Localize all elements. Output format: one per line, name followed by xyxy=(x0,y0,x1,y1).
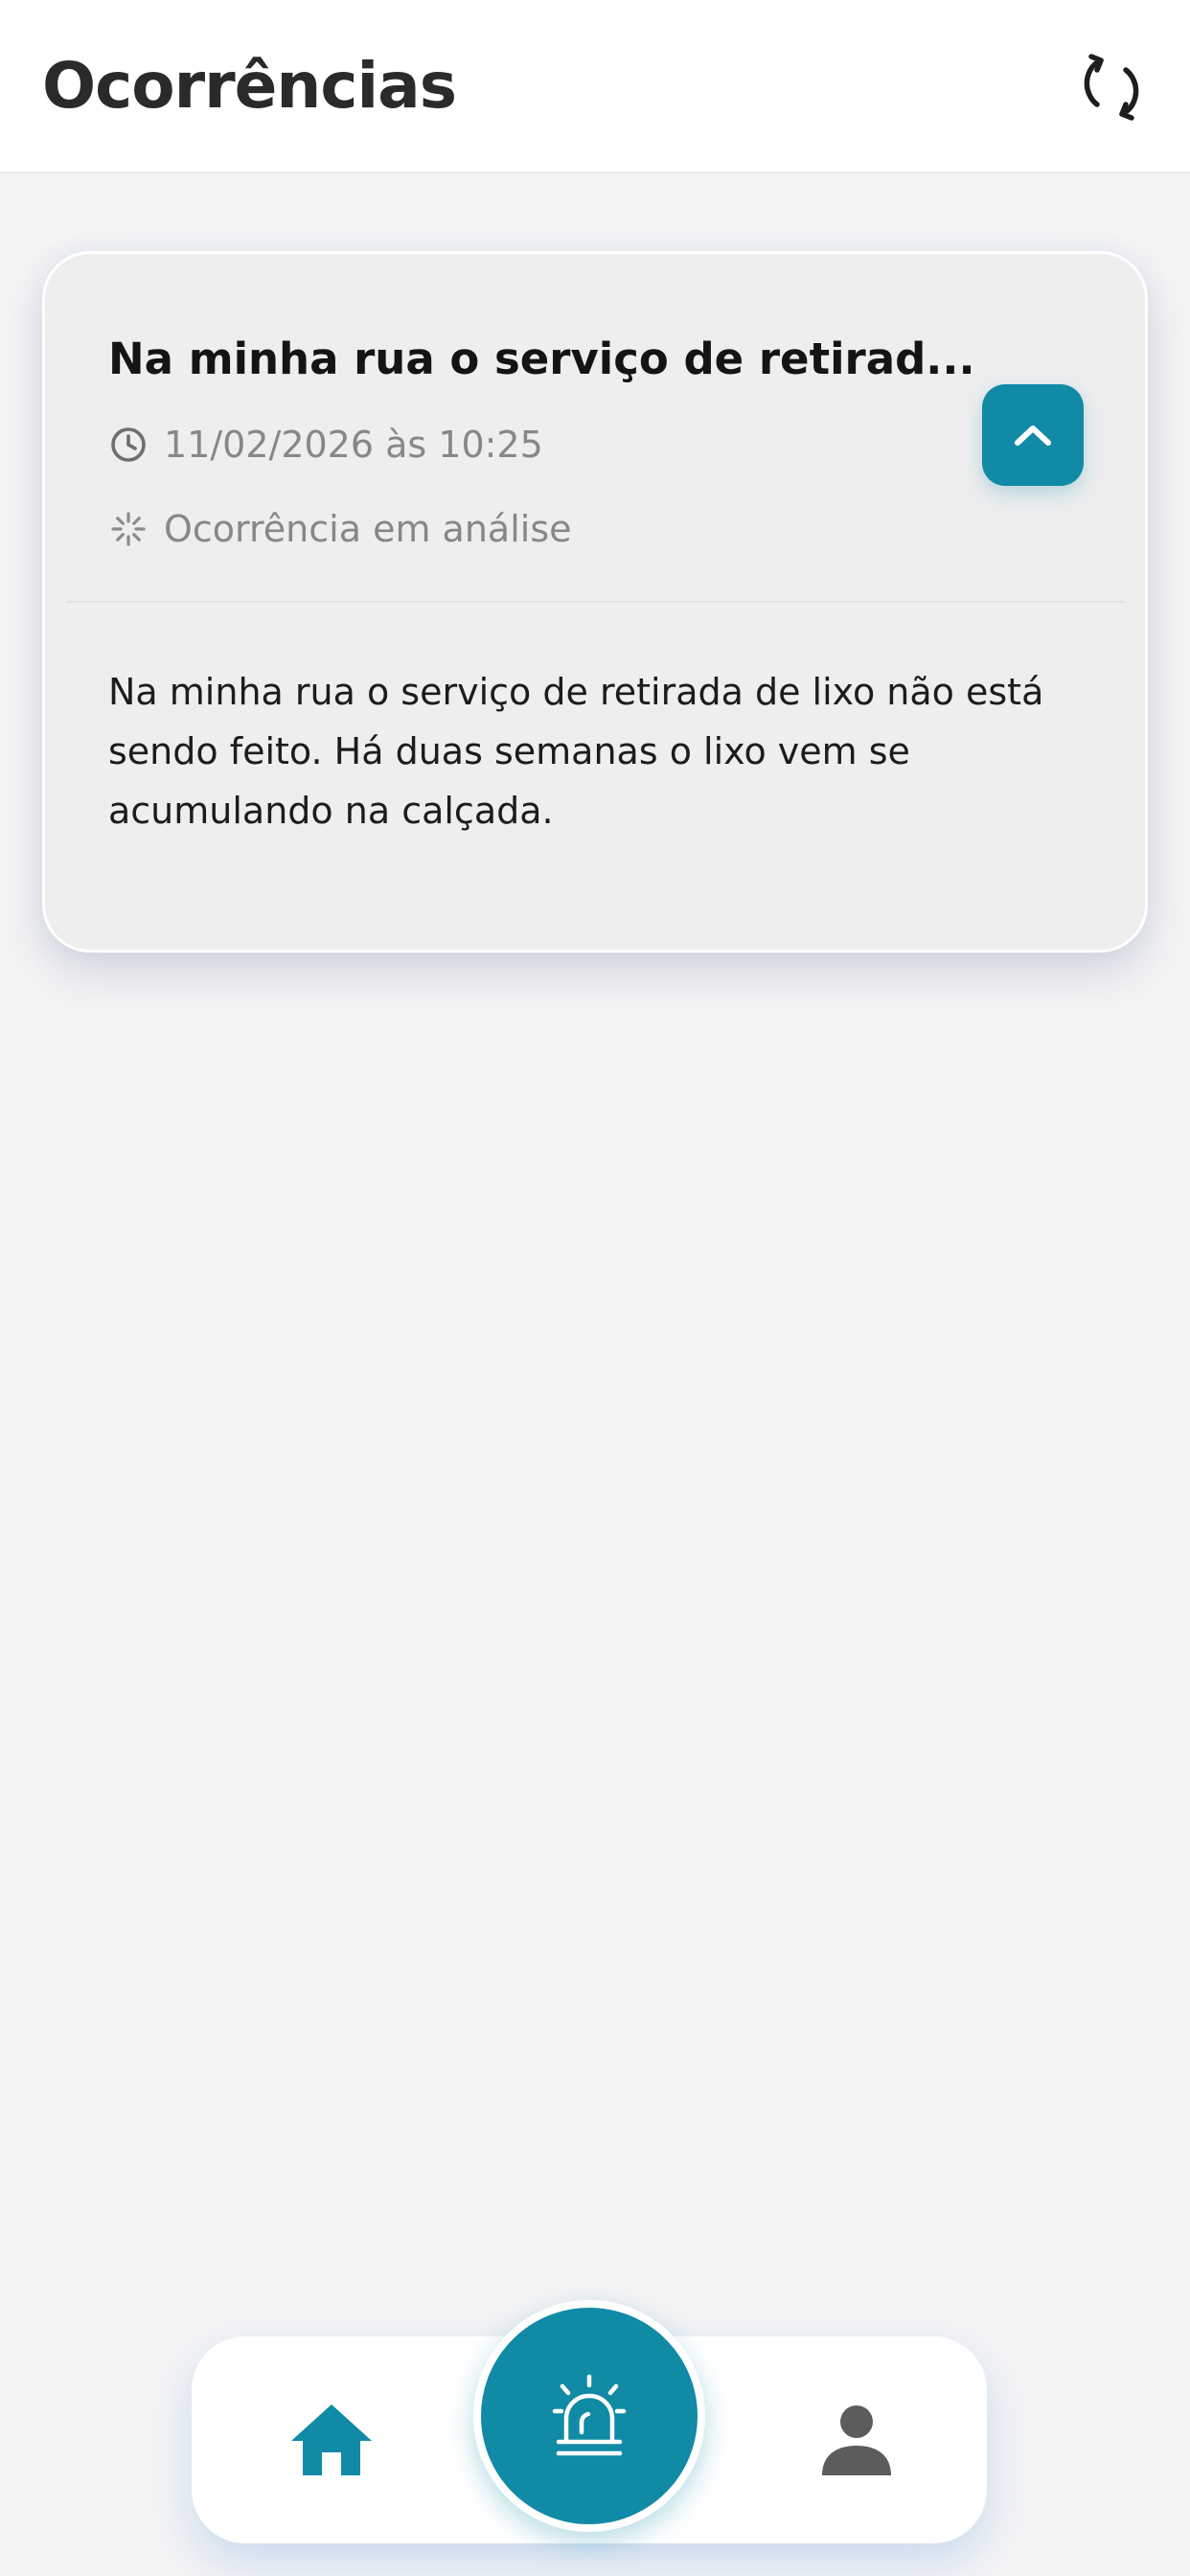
refresh-icon xyxy=(1084,54,1139,121)
chevron-up-icon xyxy=(1015,426,1051,446)
spinner-icon xyxy=(108,509,149,549)
app-header: Ocorrências xyxy=(0,0,1190,173)
occurrence-card[interactable]: Na minha rua o serviço de retirad... 11/… xyxy=(42,251,1148,953)
occurrence-date-row: 11/02/2026 às 10:25 xyxy=(108,421,543,469)
occurrence-status: Ocorrência em análise xyxy=(164,508,572,550)
occurrence-status-row: Ocorrência em análise xyxy=(108,505,572,553)
refresh-button[interactable] xyxy=(1071,44,1152,130)
nav-occurrences-button[interactable] xyxy=(473,2300,705,2532)
home-icon xyxy=(291,2404,372,2475)
nav-profile-button[interactable] xyxy=(805,2388,908,2492)
occurrence-description: Na minha rua o serviço de retirada de li… xyxy=(108,671,1044,832)
siren-icon xyxy=(552,2374,627,2456)
nav-home-button[interactable] xyxy=(280,2388,383,2492)
occurrence-title: Na minha rua o serviço de retirad... xyxy=(108,334,975,384)
page-title: Ocorrências xyxy=(42,49,457,123)
collapse-button[interactable] xyxy=(982,384,1084,486)
occurrence-date: 11/02/2026 às 10:25 xyxy=(164,424,543,466)
person-icon xyxy=(822,2405,891,2475)
clock-icon xyxy=(108,425,149,465)
card-divider xyxy=(66,601,1124,603)
